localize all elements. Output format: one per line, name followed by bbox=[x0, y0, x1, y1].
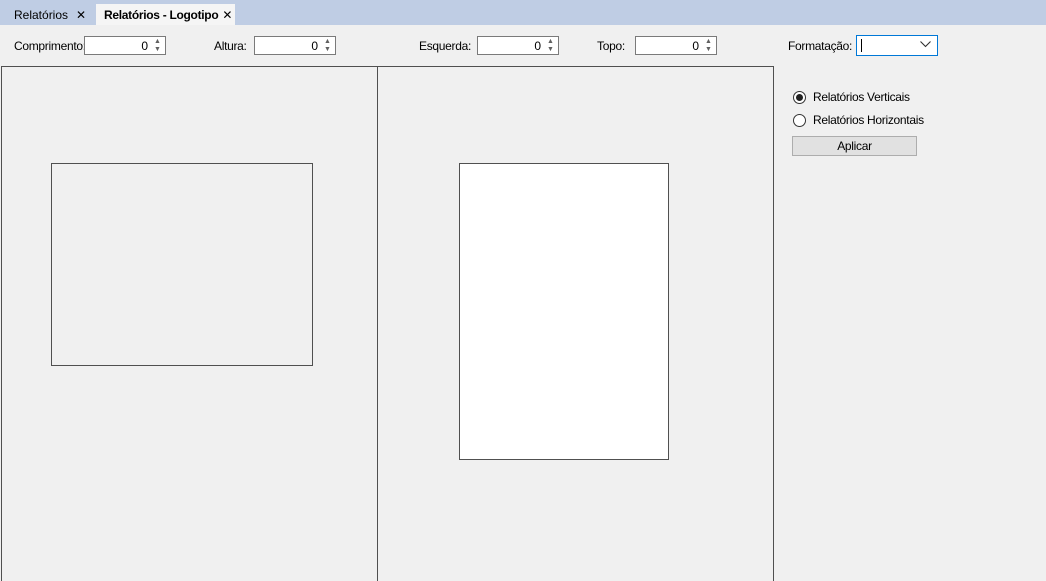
spin-up-icon[interactable]: ▲ bbox=[324, 38, 331, 45]
portrait-page-preview[interactable] bbox=[459, 163, 669, 460]
spin-up-icon[interactable]: ▲ bbox=[154, 38, 161, 45]
spin-arrows: ▲ ▼ bbox=[544, 38, 557, 53]
width-label: Comprimento: bbox=[14, 39, 86, 53]
left-label: Esquerda: bbox=[419, 39, 472, 53]
height-label: Altura: bbox=[214, 39, 247, 53]
close-icon[interactable]: ✕ bbox=[222, 9, 232, 21]
radio-horizontal-reports[interactable]: Relatórios Horizontais bbox=[793, 113, 924, 127]
radio-vertical-label: Relatórios Verticais bbox=[813, 90, 910, 104]
height-value: 0 bbox=[311, 39, 318, 53]
height-stepper[interactable]: 0 ▲ ▼ bbox=[254, 36, 336, 55]
landscape-page-preview[interactable] bbox=[51, 163, 313, 366]
tab-label: Relatórios - Logotipo bbox=[104, 7, 219, 22]
top-stepper[interactable]: 0 ▲ ▼ bbox=[635, 36, 717, 55]
spin-arrows: ▲ ▼ bbox=[321, 38, 334, 53]
spin-down-icon[interactable]: ▼ bbox=[705, 46, 712, 53]
spin-down-icon[interactable]: ▼ bbox=[324, 46, 331, 53]
apply-button[interactable]: Aplicar bbox=[792, 136, 917, 156]
format-label: Formatação: bbox=[788, 39, 853, 53]
tab-strip: Relatórios ✕ Relatórios - Logotipo ✕ bbox=[0, 0, 1046, 25]
spin-arrows: ▲ ▼ bbox=[702, 38, 715, 53]
spin-down-icon[interactable]: ▼ bbox=[154, 46, 161, 53]
tab-relatorios[interactable]: Relatórios ✕ bbox=[0, 4, 96, 25]
top-label: Topo: bbox=[597, 39, 625, 53]
close-icon[interactable]: ✕ bbox=[76, 9, 86, 21]
spin-arrows: ▲ ▼ bbox=[151, 38, 164, 53]
spin-down-icon[interactable]: ▼ bbox=[547, 46, 554, 53]
spin-up-icon[interactable]: ▲ bbox=[705, 38, 712, 45]
radio-unchecked-icon[interactable] bbox=[793, 113, 806, 127]
top-value: 0 bbox=[692, 39, 699, 53]
width-stepper[interactable]: 0 ▲ ▼ bbox=[84, 36, 166, 55]
chevron-down-icon[interactable] bbox=[920, 39, 931, 51]
text-caret bbox=[861, 39, 862, 52]
tab-label: Relatórios bbox=[14, 7, 69, 22]
tab-relatorios-logotipo[interactable]: Relatórios - Logotipo ✕ bbox=[96, 4, 235, 25]
width-value: 0 bbox=[141, 39, 148, 53]
spin-up-icon[interactable]: ▲ bbox=[547, 38, 554, 45]
left-value: 0 bbox=[534, 39, 541, 53]
left-stepper[interactable]: 0 ▲ ▼ bbox=[477, 36, 559, 55]
radio-checked-icon[interactable] bbox=[793, 90, 806, 104]
radio-horizontal-label: Relatórios Horizontais bbox=[813, 113, 924, 127]
format-dropdown[interactable] bbox=[856, 35, 938, 56]
radio-vertical-reports[interactable]: Relatórios Verticais bbox=[793, 90, 910, 104]
